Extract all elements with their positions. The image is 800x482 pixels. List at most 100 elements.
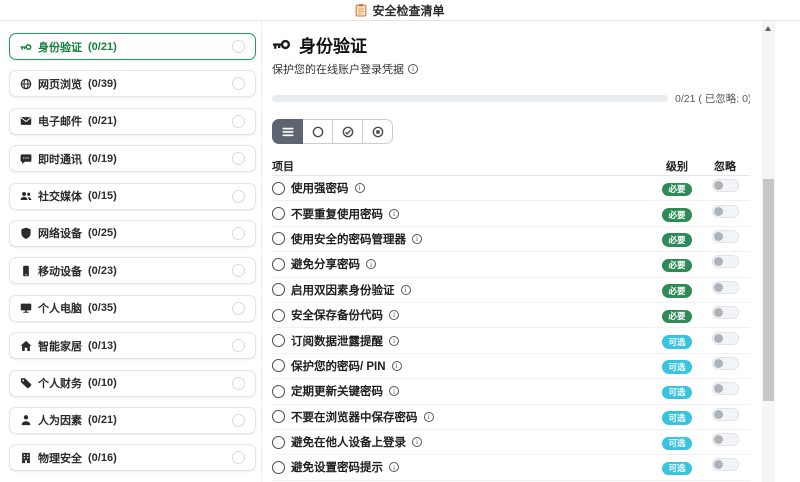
info-icon[interactable]: i (389, 335, 399, 346)
info-icon[interactable]: i (389, 462, 399, 473)
list-filter-button[interactable] (272, 119, 303, 144)
sidebar-item-count: (0/21) (88, 414, 117, 427)
stop-circle-filter-button[interactable] (362, 119, 393, 144)
sidebar-item-checkbox[interactable] (232, 226, 245, 240)
ignore-toggle[interactable] (711, 382, 739, 396)
ignore-toggle[interactable] (711, 306, 739, 320)
item-label: 不要重复使用密码 (291, 208, 383, 221)
ignore-toggle[interactable] (711, 280, 739, 294)
table-row: 定期更新关键密码 i 可选 (272, 379, 750, 405)
ignore-toggle[interactable] (711, 179, 739, 193)
sidebar-item-2[interactable]: 网页浏览 (0/39) (9, 70, 256, 98)
check-circle-icon (341, 125, 355, 139)
info-icon[interactable]: i (389, 310, 399, 321)
item-checkbox[interactable] (272, 232, 285, 246)
info-icon[interactable]: i (400, 284, 411, 295)
sidebar-item-3[interactable]: 电子邮件 (0/21) (9, 107, 256, 135)
table-row: 安全保存备份代码 i 必要 (272, 303, 750, 329)
ignore-toggle[interactable] (711, 255, 739, 269)
ignore-toggle[interactable] (711, 458, 739, 472)
section-header: 身份验证 (272, 32, 750, 57)
info-icon[interactable]: i (366, 259, 376, 270)
info-icon[interactable]: i (412, 233, 422, 244)
item-checkbox[interactable] (272, 410, 285, 424)
item-label: 避免在他人设备上登录 (291, 437, 406, 450)
sidebar-item-checkbox[interactable] (232, 376, 245, 390)
table-header: 项目 级别 忽略 (272, 156, 750, 176)
sidebar-item-4[interactable]: 即时通讯 (0/19) (9, 145, 256, 173)
sidebar-item-label: 网络设备 (38, 228, 82, 241)
item-checkbox[interactable] (272, 359, 285, 373)
info-icon[interactable]: i (354, 183, 365, 194)
sidebar-item-label: 智能家居 (38, 340, 82, 353)
header-level: 级别 (666, 160, 688, 173)
sidebar-item-11[interactable]: 人为因素 (0/21) (9, 406, 256, 434)
desktop-icon (20, 302, 32, 314)
sidebar-item-checkbox[interactable] (232, 264, 245, 278)
item-checkbox[interactable] (272, 460, 285, 474)
building-icon (20, 452, 32, 464)
sidebar-item-count: (0/39) (88, 77, 117, 90)
sidebar-item-count: (0/21) (88, 115, 117, 128)
sidebar-item-checkbox[interactable] (232, 77, 245, 91)
level-badge: 可选 (662, 335, 692, 349)
scrollbar-thumb[interactable] (763, 179, 774, 401)
scroll-up-arrow[interactable] (765, 26, 771, 31)
ignore-toggle[interactable] (711, 433, 739, 447)
sidebar-item-checkbox[interactable] (232, 413, 245, 427)
sidebar-item-checkbox[interactable] (232, 339, 245, 353)
item-label: 避免设置密码提示 (291, 462, 383, 475)
info-icon[interactable]: i (412, 437, 422, 448)
ignore-toggle[interactable] (711, 229, 739, 243)
item-label: 启用双因素身份验证 (291, 284, 395, 297)
sidebar-item-1[interactable]: 身份验证 (0/21) (9, 33, 256, 60)
sidebar-item-6[interactable]: 网络设备 (0/25) (9, 219, 256, 247)
sidebar-item-checkbox[interactable] (232, 451, 245, 465)
sidebar-item-10[interactable]: 个人财务 (0/10) (9, 369, 256, 397)
item-checkbox[interactable] (272, 257, 285, 271)
level-badge: 可选 (662, 411, 692, 425)
sidebar-item-checkbox[interactable] (232, 152, 245, 166)
level-badge: 可选 (662, 461, 692, 476)
item-checkbox[interactable] (272, 181, 285, 195)
sidebar-item-7[interactable]: 移动设备 (0/23) (9, 257, 256, 285)
item-checkbox[interactable] (272, 334, 285, 348)
sidebar-item-checkbox[interactable] (232, 40, 245, 53)
sidebar-item-checkbox[interactable] (232, 114, 245, 128)
table-row: 启用双因素身份验证 i 必要 (272, 278, 750, 303)
sidebar-item-12[interactable]: 物理安全 (0/16) (9, 444, 256, 472)
sidebar-item-count: (0/13) (88, 339, 117, 352)
ignore-toggle[interactable] (711, 407, 739, 421)
info-icon[interactable]: i (389, 208, 399, 219)
info-icon[interactable]: i (423, 411, 434, 422)
item-checkbox[interactable] (272, 384, 285, 398)
item-checkbox[interactable] (272, 435, 285, 449)
ignore-toggle[interactable] (711, 204, 739, 218)
sidebar-item-label: 电子邮件 (38, 116, 82, 129)
sidebar-item-checkbox[interactable] (232, 189, 245, 203)
info-icon[interactable]: i (391, 360, 402, 371)
filter-group (272, 119, 750, 144)
circle-filter-button[interactable] (302, 119, 333, 144)
users-icon (20, 190, 32, 202)
item-checkbox[interactable] (272, 308, 285, 322)
sidebar-item-count: (0/25) (88, 227, 117, 240)
info-icon[interactable]: i (389, 386, 399, 397)
item-checkbox[interactable] (272, 207, 285, 221)
check-circle-filter-button[interactable] (332, 119, 363, 144)
scrollbar-track[interactable] (762, 21, 775, 482)
sidebar-item-label: 身份验证 (38, 41, 82, 54)
shield-icon (20, 227, 32, 240)
ignore-toggle[interactable] (711, 331, 739, 345)
sidebar-item-8[interactable]: 个人电脑 (0/35) (9, 294, 256, 322)
page-title: 身份验证 (299, 37, 367, 56)
list-icon (281, 125, 295, 139)
sidebar-item-checkbox[interactable] (232, 301, 245, 315)
ignore-toggle[interactable] (711, 356, 739, 370)
sidebar-item-5[interactable]: 社交媒体 (0/15) (9, 182, 256, 210)
info-icon[interactable]: i (408, 64, 418, 74)
item-checkbox[interactable] (272, 283, 285, 297)
stop-circle-icon (371, 125, 385, 139)
sidebar-item-9[interactable]: 智能家居 (0/13) (9, 332, 256, 360)
sidebar-item-label: 个人电脑 (38, 303, 82, 316)
